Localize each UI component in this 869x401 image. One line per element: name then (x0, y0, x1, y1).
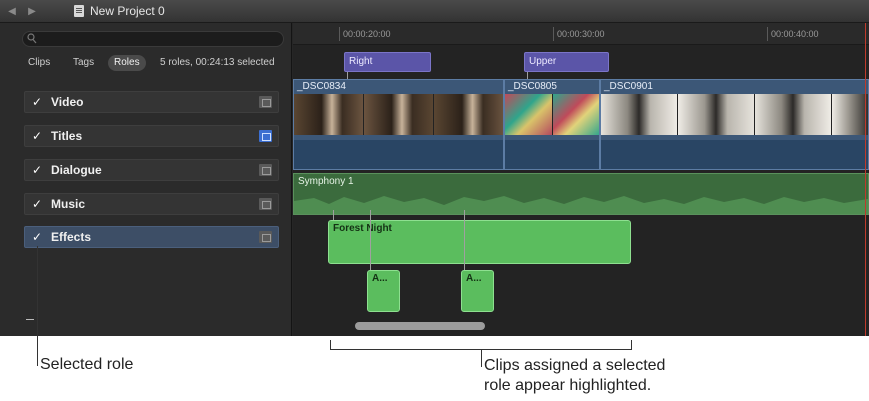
lane-icon[interactable] (259, 130, 272, 142)
callout-selected-role: Selected role (40, 356, 134, 373)
forward-arrow-icon[interactable]: ▶ (24, 5, 40, 18)
audio-waveform (505, 140, 599, 169)
role-label: Video (51, 95, 84, 109)
clip-name: _DSC0834 (297, 81, 346, 92)
back-arrow-icon[interactable]: ◀ (4, 5, 20, 18)
callout-highlighted-clips: Clips assigned a selected role appear hi… (484, 356, 665, 396)
search-icon (27, 33, 37, 44)
primary-storyline: _DSC0834 _DSC0805 _DSC0901 (293, 79, 869, 170)
role-titles[interactable]: ✓ Titles (24, 125, 279, 147)
tab-tags[interactable]: Tags (67, 55, 100, 71)
lane-icon[interactable] (259, 164, 272, 176)
clip-name: _DSC0901 (604, 81, 653, 92)
effects-clip[interactable]: Forest Night (328, 220, 631, 264)
clip-name: A... (372, 273, 388, 284)
final-cut-window: ◀ ▶ New Project 0 Clips Tags Roles 5 rol… (0, 0, 869, 336)
search-input[interactable] (22, 31, 284, 47)
lane-icon[interactable] (259, 96, 272, 108)
filmstrip (294, 94, 503, 135)
role-dialogue[interactable]: ✓ Dialogue (24, 159, 279, 181)
clip-name: A... (466, 273, 482, 284)
role-video[interactable]: ✓ Video (24, 91, 279, 113)
audio-waveform (601, 140, 868, 169)
divider (26, 319, 34, 320)
index-tabs: Clips Tags Roles 5 roles, 00:24:13 selec… (0, 52, 292, 74)
clip-name: Forest Night (333, 223, 392, 234)
title-bar: ◀ ▶ New Project 0 (0, 0, 869, 23)
video-clip[interactable]: _DSC0901 (600, 79, 869, 170)
checkbox-checked-icon[interactable]: ✓ (32, 231, 44, 243)
clip-name: _DSC0805 (508, 81, 557, 92)
lane-icon[interactable] (259, 231, 272, 243)
horizontal-scrollbar[interactable] (355, 322, 485, 330)
lane-icon[interactable] (259, 198, 272, 210)
callout-line-1: Clips assigned a selected (484, 357, 666, 374)
ruler-label: 00:00:20:00 (343, 29, 391, 39)
ruler-label: 00:00:40:00 (771, 29, 819, 39)
tab-clips[interactable]: Clips (22, 55, 56, 71)
effects-clip-small[interactable]: A... (461, 270, 494, 312)
title-clip-upper[interactable]: Upper (524, 52, 609, 72)
clip-name: Symphony 1 (298, 176, 354, 187)
checkbox-checked-icon[interactable]: ✓ (32, 96, 44, 108)
title-clip-right[interactable]: Right (344, 52, 431, 72)
project-title: New Project 0 (90, 4, 165, 18)
callout-line (37, 246, 38, 366)
role-label: Dialogue (51, 163, 102, 177)
checkbox-checked-icon[interactable]: ✓ (32, 130, 44, 142)
ruler-label: 00:00:30:00 (557, 29, 605, 39)
timeline[interactable]: 00:00:20:00 00:00:30:00 00:00:40:00 Righ… (293, 23, 869, 336)
roles-summary: 5 roles, 00:24:13 selected (160, 57, 275, 68)
ruler-tick (767, 27, 768, 41)
checkbox-checked-icon[interactable]: ✓ (32, 164, 44, 176)
audio-waveform (294, 196, 868, 214)
role-label: Music (51, 197, 86, 211)
connection-line (370, 210, 371, 272)
effects-clip-small[interactable]: A... (367, 270, 400, 312)
music-clip[interactable]: Symphony 1 (293, 173, 869, 215)
clip-name: Right (349, 56, 373, 67)
connection-line (464, 210, 465, 272)
audio-waveform (294, 140, 503, 169)
video-clip[interactable]: _DSC0834 (293, 79, 504, 170)
playhead[interactable] (865, 23, 866, 336)
filmstrip (505, 94, 599, 135)
timeline-index: Clips Tags Roles 5 roles, 00:24:13 selec… (0, 23, 292, 336)
ruler-tick (553, 27, 554, 41)
checkbox-checked-icon[interactable]: ✓ (32, 198, 44, 210)
ruler-tick (339, 27, 340, 41)
filmstrip (601, 94, 868, 135)
role-label: Titles (51, 129, 83, 143)
role-label: Effects (51, 230, 92, 244)
time-ruler[interactable]: 00:00:20:00 00:00:30:00 00:00:40:00 (293, 23, 869, 45)
role-effects[interactable]: ✓ Effects (24, 226, 279, 248)
role-music[interactable]: ✓ Music (24, 193, 279, 215)
project-icon (74, 5, 84, 17)
callout-line (481, 349, 482, 367)
tab-roles[interactable]: Roles (108, 55, 146, 71)
callout-line-2: role appear highlighted. (484, 377, 652, 394)
clip-name: Upper (529, 56, 557, 67)
video-clip[interactable]: _DSC0805 (504, 79, 600, 170)
